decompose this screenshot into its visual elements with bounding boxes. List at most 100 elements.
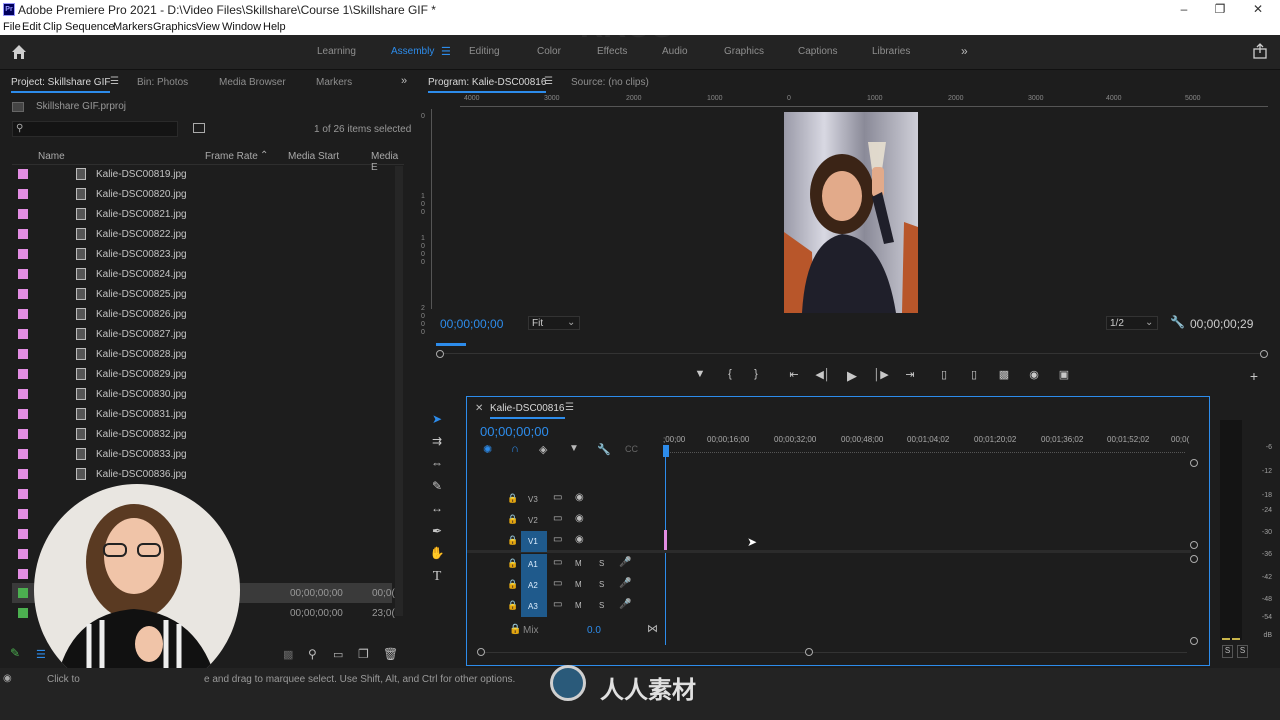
new-bin-from-search-icon[interactable] — [193, 123, 205, 133]
list-item[interactable]: Kalie-DSC00824.jpg — [12, 264, 392, 284]
menu-window[interactable]: Window — [222, 21, 261, 33]
microphone-icon[interactable]: 🎤 — [619, 578, 631, 589]
scroll-handle[interactable] — [1190, 459, 1198, 467]
list-item[interactable]: Kalie-DSC00836.jpg — [12, 464, 392, 484]
razor-tool-icon[interactable]: ✎ — [428, 479, 446, 497]
solo-right-button[interactable]: S — [1237, 645, 1248, 658]
insert-icon[interactable]: ▩ — [996, 368, 1012, 384]
list-item[interactable]: Kalie-DSC00833.jpg — [12, 444, 392, 464]
menu-view[interactable]: View — [196, 21, 220, 33]
more-tabs-icon[interactable]: » — [401, 75, 407, 87]
workspace-editing[interactable]: Editing — [469, 46, 500, 57]
audio-track-a1[interactable]: 🔒 A1 ▭ M S 🎤 — [467, 554, 1192, 575]
audio-track-a3[interactable]: 🔒 A3 ▭ M S 🎤 — [467, 596, 1192, 617]
sync-lock-icon[interactable]: ▭ — [553, 578, 562, 589]
video-track-v2[interactable]: 🔒 V2 ▭ ◉ — [467, 510, 1192, 531]
list-item[interactable]: Kalie-DSC00819.jpg — [12, 164, 392, 184]
snap-icon[interactable]: ∩ — [511, 443, 519, 455]
ripple-edit-tool-icon[interactable]: ⇔ — [428, 456, 446, 474]
scroll-handle[interactable] — [477, 648, 485, 656]
type-tool-icon[interactable]: T — [428, 569, 446, 587]
column-frame-rate[interactable]: Frame Rate — [205, 151, 258, 162]
list-item[interactable]: Kalie-DSC00825.jpg — [12, 284, 392, 304]
close-icon[interactable]: ✕ — [1250, 2, 1266, 18]
tab-sequence[interactable]: Kalie-DSC00816 — [490, 403, 565, 419]
add-marker-icon[interactable]: ▼ — [569, 443, 579, 454]
column-media-start[interactable]: Media Start — [288, 151, 339, 162]
menu-clip[interactable]: Clip — [43, 21, 62, 33]
sync-lock-icon[interactable]: ▭ — [553, 599, 562, 610]
lock-icon[interactable]: 🔒 — [507, 579, 518, 590]
slip-tool-icon[interactable]: ↔ — [428, 501, 446, 519]
video-track-v3[interactable]: 🔒 V3 ▭ ◉ — [467, 489, 1192, 510]
new-item-icon[interactable]: ❐ — [358, 647, 369, 661]
lift-icon[interactable]: ▯ — [936, 368, 952, 384]
list-item[interactable]: Kalie-DSC00831.jpg — [12, 404, 392, 424]
lock-icon[interactable]: 🔒 — [507, 535, 518, 546]
solo-button[interactable]: S — [599, 559, 604, 568]
solo-button[interactable]: S — [599, 601, 604, 610]
list-item[interactable]: Kalie-DSC00823.jpg — [12, 244, 392, 264]
list-item[interactable]: Kalie-DSC00829.jpg — [12, 364, 392, 384]
minimize-icon[interactable]: – — [1176, 2, 1192, 18]
scroll-handle[interactable] — [1190, 637, 1198, 645]
list-scrollbar[interactable] — [395, 166, 403, 616]
workspace-assembly[interactable]: Assembly — [391, 46, 434, 57]
mark-in-icon[interactable]: { — [722, 368, 738, 384]
go-to-in-icon[interactable]: ⇤ — [786, 368, 802, 384]
export-frame-icon[interactable]: ◉ — [1026, 368, 1042, 384]
pen-tool-icon[interactable]: ✒ — [428, 524, 446, 542]
extract-icon[interactable]: ▯ — [966, 368, 982, 384]
nest-icon[interactable]: ✺ — [483, 443, 492, 456]
settings-wrench-icon[interactable]: 🔧 — [597, 443, 611, 456]
lock-icon[interactable]: 🔒 — [507, 600, 518, 611]
find-icon[interactable]: ⚲ — [308, 647, 317, 661]
sync-lock-icon[interactable]: ▭ — [553, 513, 562, 524]
list-view-icon[interactable]: ☰ — [36, 648, 46, 661]
mix-value[interactable]: 0.0 — [587, 625, 601, 636]
mark-out-icon[interactable]: } — [748, 368, 764, 384]
linked-selection-icon[interactable]: ◈ — [539, 443, 547, 456]
add-marker-icon[interactable]: ▼ — [692, 368, 708, 384]
wrench-icon[interactable]: 🔧 — [1170, 315, 1185, 329]
microphone-icon[interactable]: 🎤 — [619, 557, 631, 568]
resolution-select[interactable]: 1/2 ⌄ — [1106, 316, 1158, 330]
comparison-view-icon[interactable]: ▣ — [1056, 368, 1072, 384]
pencil-icon[interactable]: ✎ — [10, 646, 20, 660]
panel-menu-icon[interactable]: ☰ — [110, 76, 119, 87]
menu-sequence[interactable]: Sequence — [65, 21, 115, 33]
go-to-out-icon[interactable]: ⇥ — [902, 368, 918, 384]
scroll-handle[interactable] — [805, 648, 813, 656]
eye-icon[interactable]: ◉ — [575, 513, 584, 524]
captions-icon[interactable]: CC — [625, 444, 638, 454]
tab-program[interactable]: Program: Kalie-DSC00816 — [428, 77, 547, 93]
workspace-learning[interactable]: Learning — [317, 46, 356, 57]
workspace-color[interactable]: Color — [537, 46, 561, 57]
tab-project[interactable]: Project: Skillshare GIF — [11, 77, 111, 93]
track-select-tool-icon[interactable]: ⇉ — [428, 434, 446, 452]
lock-icon[interactable]: 🔒 — [509, 624, 521, 635]
tab-markers[interactable]: Markers — [316, 77, 352, 88]
workspace-graphics[interactable]: Graphics — [724, 46, 764, 57]
selection-tool-icon[interactable]: ➤ — [428, 412, 446, 430]
list-item[interactable]: Kalie-DSC00821.jpg — [12, 204, 392, 224]
eye-icon[interactable]: ◉ — [575, 492, 584, 503]
list-item[interactable]: Kalie-DSC00828.jpg — [12, 344, 392, 364]
column-name[interactable]: Name — [38, 151, 65, 162]
microphone-icon[interactable]: 🎤 — [619, 599, 631, 610]
menu-markers[interactable]: Markers — [113, 21, 153, 33]
sort-ascending-icon[interactable]: ⌃ — [260, 150, 268, 161]
button-editor-icon[interactable]: + — [1246, 368, 1262, 384]
step-forward-icon[interactable]: │▶ — [873, 368, 889, 384]
program-scrubber[interactable] — [436, 343, 1268, 358]
program-timecode[interactable]: 00;00;00;00 — [440, 317, 503, 331]
panel-menu-icon[interactable]: ☰ — [565, 402, 574, 413]
timeline-horizontal-scrollbar[interactable] — [477, 647, 1187, 659]
list-item[interactable]: Kalie-DSC00827.jpg — [12, 324, 392, 344]
list-item[interactable]: Kalie-DSC00822.jpg — [12, 224, 392, 244]
list-item[interactable]: Kalie-DSC00830.jpg — [12, 384, 392, 404]
project-search-input[interactable]: ⚲ — [12, 121, 178, 137]
sync-lock-icon[interactable]: ▭ — [553, 492, 562, 503]
mute-button[interactable]: M — [575, 601, 582, 610]
tab-media-browser[interactable]: Media Browser — [219, 77, 286, 88]
